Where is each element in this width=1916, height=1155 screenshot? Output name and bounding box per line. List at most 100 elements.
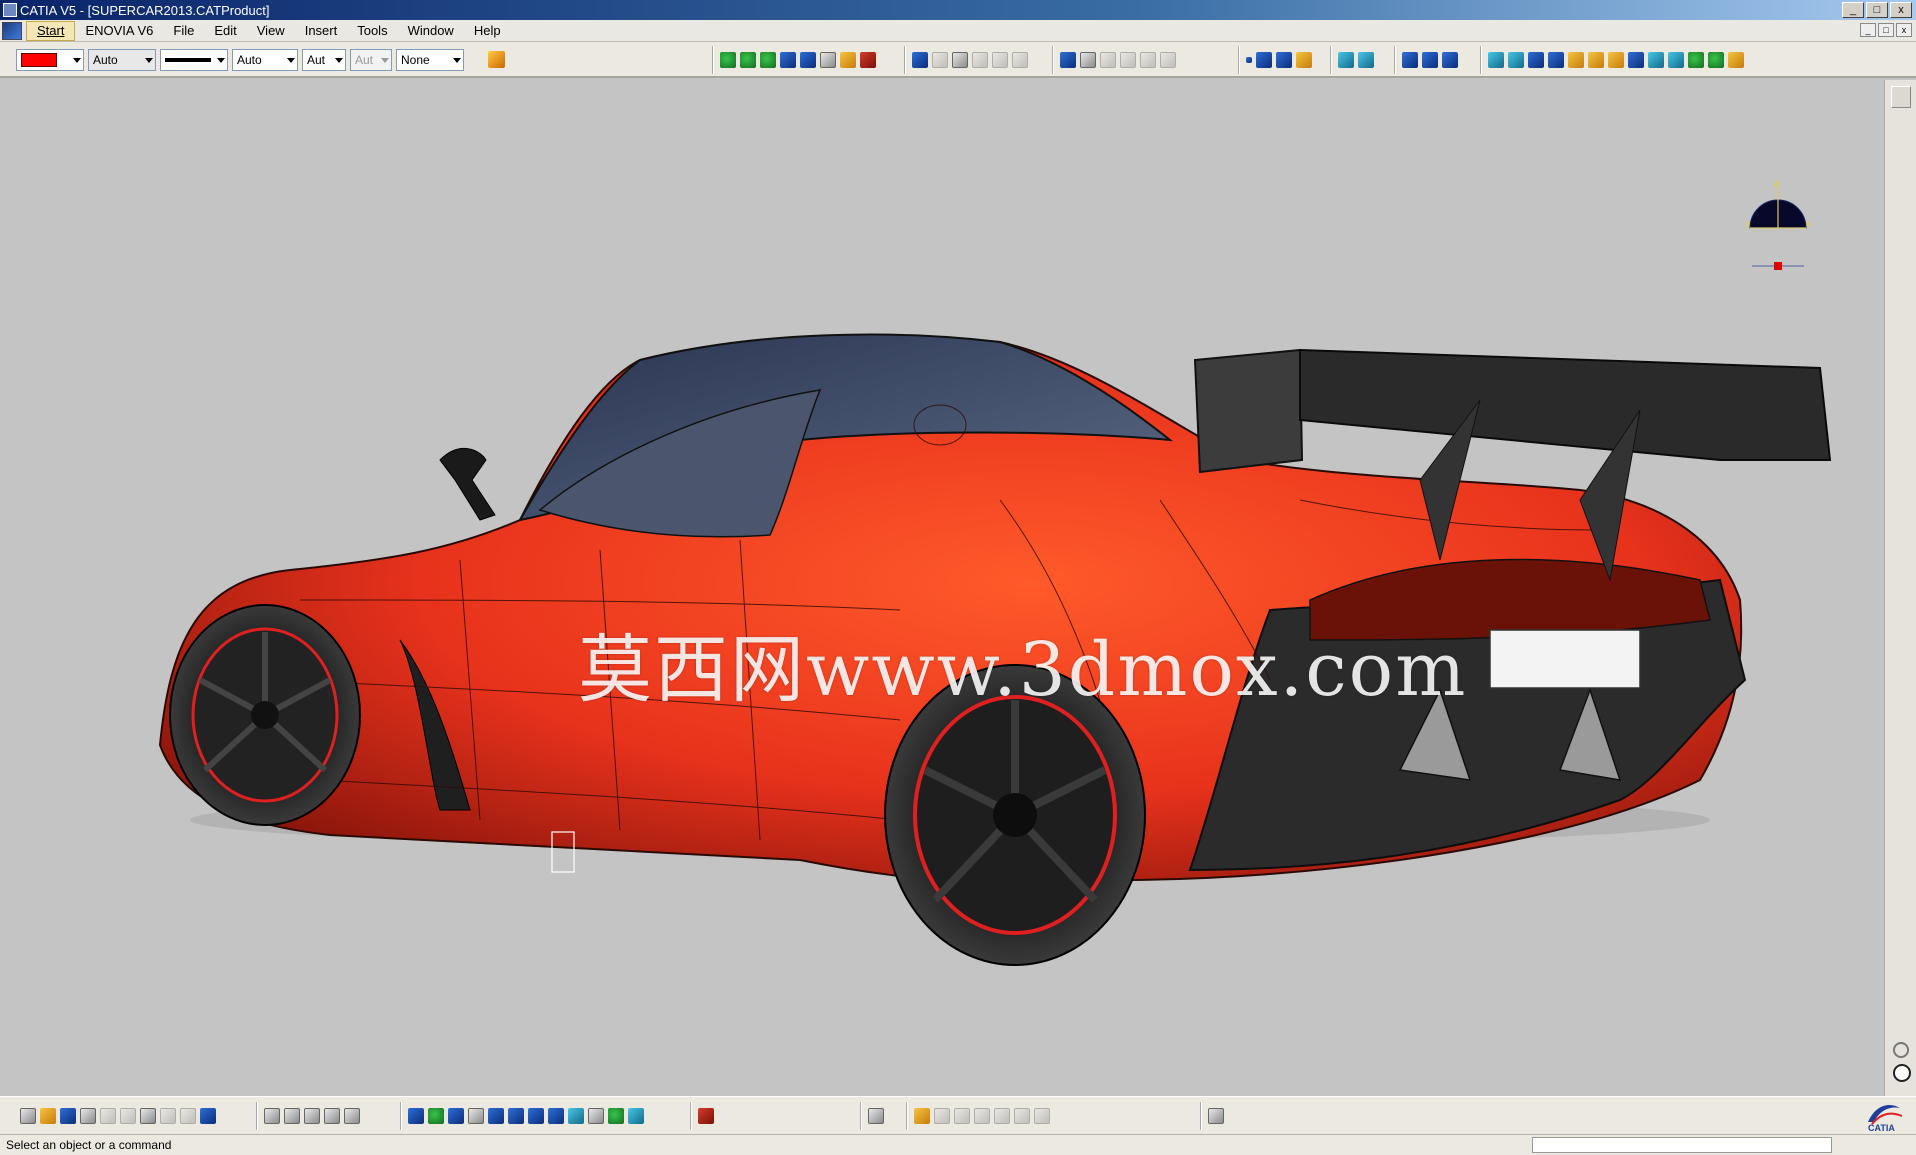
replace-icon[interactable] (992, 52, 1008, 68)
extrude-icon[interactable] (1508, 52, 1524, 68)
graph-tree-icon[interactable] (1012, 52, 1028, 68)
dock-handle[interactable] (1891, 86, 1911, 108)
menu-help[interactable]: Help (464, 21, 511, 41)
menu-edit[interactable]: Edit (204, 21, 246, 41)
menu-insert[interactable]: Insert (295, 21, 348, 41)
analyze-icon[interactable] (1402, 52, 1418, 68)
hand-pan-icon[interactable] (1893, 1064, 1911, 1082)
shading-icon[interactable] (698, 1108, 714, 1124)
paste-icon[interactable] (140, 1108, 156, 1124)
knowledge-icon[interactable] (324, 1108, 340, 1124)
projection-icon[interactable] (1296, 52, 1312, 68)
offset-icon[interactable] (1120, 52, 1136, 68)
inertia-icon[interactable] (1358, 52, 1374, 68)
manipulation-icon[interactable] (780, 52, 796, 68)
analysis-icon[interactable] (954, 1108, 970, 1124)
measure-icon[interactable] (1338, 52, 1354, 68)
rotate-view-icon[interactable] (468, 1108, 484, 1124)
rotate-icon[interactable] (1708, 52, 1724, 68)
sectioning-icon[interactable] (860, 52, 876, 68)
cut-icon[interactable] (100, 1108, 116, 1124)
doc-restore-button[interactable]: □ (1878, 23, 1894, 37)
menu-start[interactable]: Start (26, 20, 76, 41)
revolve-icon[interactable] (1528, 52, 1544, 68)
table-icon[interactable] (304, 1108, 320, 1124)
iso-view-icon[interactable] (568, 1108, 584, 1124)
scale-icon[interactable] (1728, 52, 1744, 68)
minimize-button[interactable]: _ (1842, 2, 1864, 18)
layer-dropdown[interactable]: None (396, 49, 464, 71)
copy-icon[interactable] (120, 1108, 136, 1124)
move-icon[interactable] (720, 52, 736, 68)
pan-icon[interactable] (448, 1108, 464, 1124)
menu-window[interactable]: Window (398, 21, 464, 41)
component-icon[interactable] (952, 52, 968, 68)
menu-tools[interactable]: Tools (347, 21, 397, 41)
redo-icon[interactable] (180, 1108, 196, 1124)
maximize-button[interactable]: □ (1866, 2, 1888, 18)
snapshot-icon[interactable] (934, 1108, 950, 1124)
3d-viewport[interactable]: 莫西网www.3dmox.com z y x z x y (0, 80, 1884, 1096)
blend-icon[interactable] (1588, 52, 1604, 68)
multi-view-icon[interactable] (548, 1108, 564, 1124)
doc-close-button[interactable]: x (1896, 23, 1912, 37)
product-icon[interactable] (932, 52, 948, 68)
join-icon[interactable] (1608, 52, 1624, 68)
line-icon[interactable] (1256, 52, 1272, 68)
save-icon[interactable] (60, 1108, 76, 1124)
line-thickness-dropdown[interactable]: Auto (232, 49, 298, 71)
line-width-dropdown[interactable] (160, 49, 228, 71)
update-icon[interactable] (868, 1108, 884, 1124)
power-input-field[interactable] (1532, 1137, 1832, 1153)
doc-minimize-button[interactable]: _ (1860, 23, 1876, 37)
camera-icon[interactable] (1208, 1108, 1224, 1124)
fillet-icon[interactable] (1668, 52, 1684, 68)
plane-icon[interactable] (1276, 52, 1292, 68)
painter-icon[interactable] (466, 51, 483, 68)
fit-all-icon[interactable] (428, 1108, 444, 1124)
normal-view-icon[interactable] (528, 1108, 544, 1124)
line-type-dropdown[interactable]: Aut (302, 49, 346, 71)
fill-color-dropdown[interactable] (16, 49, 84, 71)
catalog-icon[interactable] (912, 52, 928, 68)
open-icon[interactable] (40, 1108, 56, 1124)
simulation-icon[interactable] (974, 1108, 990, 1124)
car-model-render[interactable] (0, 80, 1884, 1096)
intersection-icon[interactable] (1422, 52, 1438, 68)
comment-icon[interactable] (284, 1108, 300, 1124)
point-type-dropdown[interactable]: Aut (350, 49, 392, 71)
scene-icon[interactable] (914, 1108, 930, 1124)
view-mode-icon[interactable] (588, 1108, 604, 1124)
compass-icon[interactable] (740, 52, 756, 68)
stop-clash-icon[interactable] (820, 52, 836, 68)
point-icon[interactable] (1246, 57, 1252, 63)
existing-component-icon[interactable] (972, 52, 988, 68)
explode-icon[interactable] (800, 52, 816, 68)
fix-icon[interactable] (1160, 52, 1176, 68)
close-button[interactable]: x (1890, 2, 1912, 18)
rotate-view-icon[interactable] (1893, 1042, 1909, 1058)
side-mirror[interactable] (439, 448, 496, 521)
front-wheel[interactable] (169, 604, 361, 826)
format-painter-icon[interactable] (488, 51, 505, 68)
undo-icon[interactable] (160, 1108, 176, 1124)
fly-icon[interactable] (408, 1108, 424, 1124)
menu-enovia[interactable]: ENOVIA V6 (75, 21, 163, 41)
sequence-icon[interactable] (1014, 1108, 1030, 1124)
zoom-out-icon[interactable] (508, 1108, 524, 1124)
formula-icon[interactable] (264, 1108, 280, 1124)
fill-icon[interactable] (1568, 52, 1584, 68)
hide-show-icon[interactable] (608, 1108, 624, 1124)
compass-widget[interactable]: z y x (1744, 180, 1812, 276)
snap-icon[interactable] (760, 52, 776, 68)
coincidence-icon[interactable] (1080, 52, 1096, 68)
whats-this-icon[interactable] (200, 1108, 216, 1124)
menu-view[interactable]: View (247, 21, 295, 41)
contact-icon[interactable] (1100, 52, 1116, 68)
sweep-icon[interactable] (1548, 52, 1564, 68)
zoom-in-icon[interactable] (488, 1108, 504, 1124)
parameter-icon[interactable] (344, 1108, 360, 1124)
translate-icon[interactable] (1688, 52, 1704, 68)
document-icon[interactable] (2, 21, 22, 40)
split-icon[interactable] (1628, 52, 1644, 68)
